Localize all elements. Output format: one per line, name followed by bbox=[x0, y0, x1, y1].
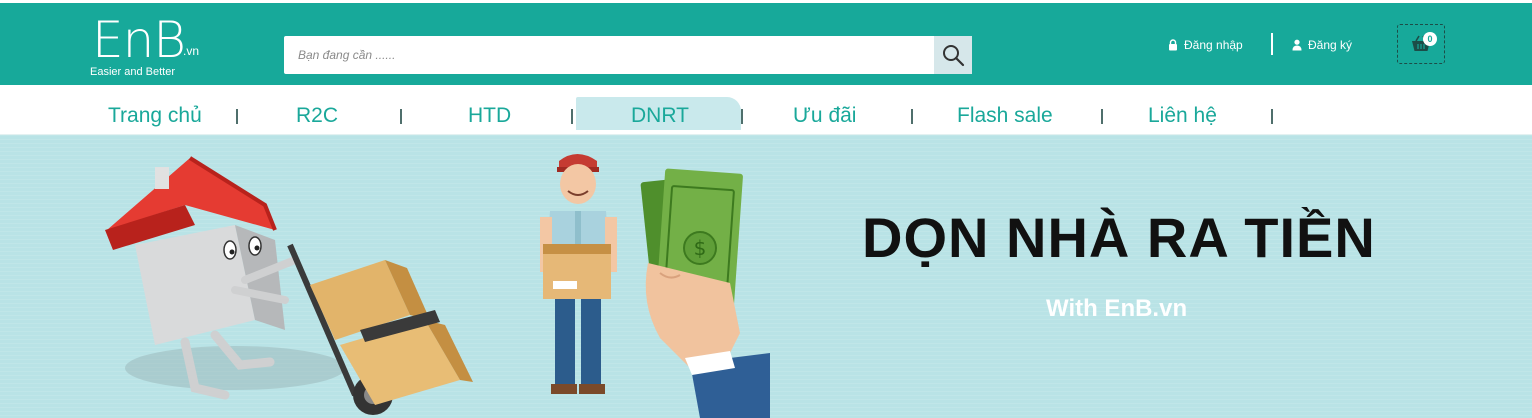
auth-divider bbox=[1271, 33, 1273, 55]
nav-item-home[interactable]: Trang chủ bbox=[108, 103, 202, 129]
nav-separator bbox=[911, 109, 913, 124]
nav-item-contact[interactable]: Liên hệ bbox=[1148, 103, 1217, 129]
nav-item-flash-sale[interactable]: Flash sale bbox=[957, 103, 1053, 129]
nav-item-htd[interactable]: HTD bbox=[468, 103, 511, 129]
nav-item-deals[interactable]: Ưu đãi bbox=[793, 103, 856, 129]
user-icon bbox=[1292, 39, 1302, 51]
banner-title: DỌN NHÀ RA TIỀN bbox=[862, 206, 1376, 269]
login-link[interactable]: Đăng nhập bbox=[1168, 32, 1243, 58]
nav-separator bbox=[741, 109, 743, 124]
svg-text:$: $ bbox=[694, 236, 707, 260]
site-header: EnB .vn Easier and Better Đăng nhập Đăng… bbox=[0, 0, 1532, 85]
register-link[interactable]: Đăng ký bbox=[1292, 32, 1352, 58]
nav-separator bbox=[400, 109, 402, 124]
login-label: Đăng nhập bbox=[1184, 38, 1243, 52]
house-moving-illustration bbox=[105, 156, 473, 415]
search-icon bbox=[943, 45, 965, 67]
delivery-man-illustration bbox=[540, 154, 617, 394]
nav-item-dnrt[interactable]: DNRT bbox=[631, 103, 689, 129]
nav-separator bbox=[571, 109, 573, 124]
hand-money-illustration: $ bbox=[640, 168, 770, 418]
cart-button[interactable]: 0 bbox=[1397, 24, 1445, 64]
banner-subtitle: With EnB.vn bbox=[1046, 295, 1188, 322]
nav-item-r2c[interactable]: R2C bbox=[296, 103, 338, 129]
nav-separator bbox=[236, 109, 238, 124]
search-button[interactable] bbox=[934, 36, 972, 74]
main-navigation: Trang chủ R2C HTD DNRT Ưu đãi Flash sale… bbox=[0, 85, 1532, 135]
brand-logo[interactable]: EnB .vn Easier and Better bbox=[88, 10, 218, 84]
lock-icon bbox=[1169, 39, 1177, 51]
search-input[interactable] bbox=[284, 36, 934, 74]
logo-text: EnB bbox=[92, 11, 186, 69]
logo-tagline: Easier and Better bbox=[90, 66, 175, 78]
nav-separator bbox=[1101, 109, 1103, 124]
hero-banner[interactable]: $ DỌN NHÀ RA TIỀN With EnB.vn bbox=[0, 135, 1532, 418]
search-bar bbox=[284, 36, 972, 74]
cart-count-badge: 0 bbox=[1423, 32, 1437, 46]
register-label: Đăng ký bbox=[1308, 38, 1353, 52]
nav-separator bbox=[1271, 109, 1273, 124]
logo-domain-suffix: .vn bbox=[183, 44, 200, 58]
